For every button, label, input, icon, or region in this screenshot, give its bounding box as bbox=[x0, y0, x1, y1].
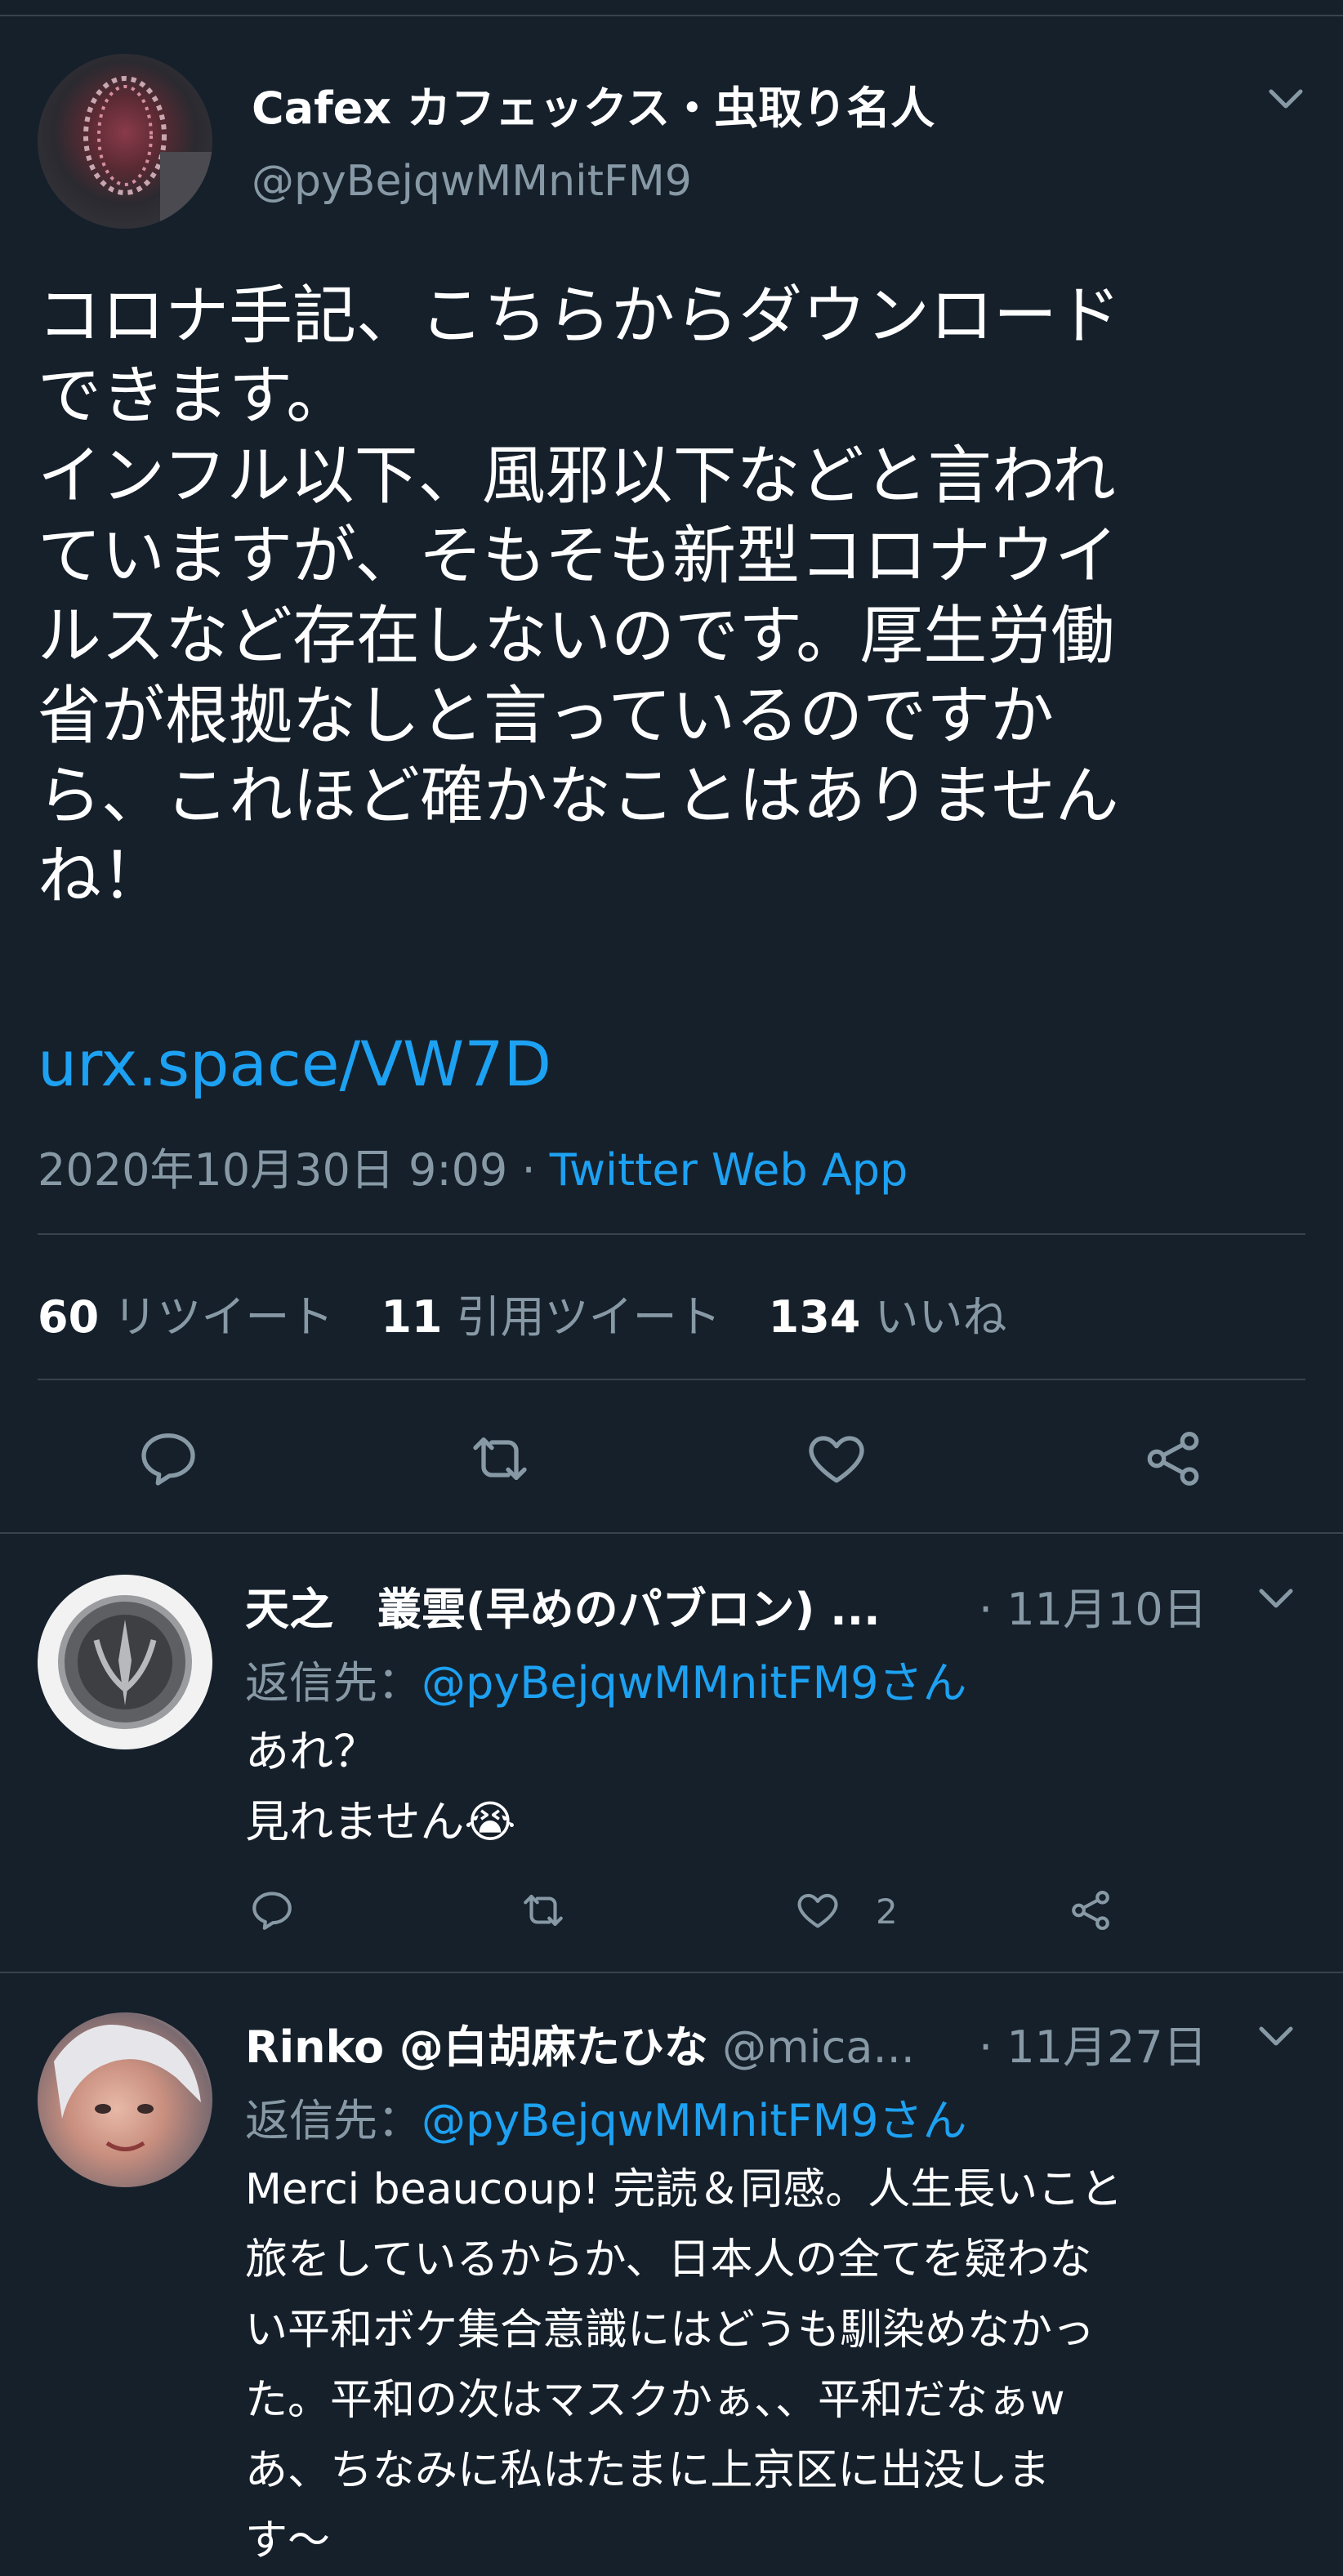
reply-to-handle[interactable]: @pyBejqwMMnitFM9さん bbox=[422, 2095, 967, 2146]
divider bbox=[38, 1233, 1305, 1235]
reply-body: Merci beaucoup! 完読＆同感。人生長いこと 旅をしているからか、日… bbox=[245, 2155, 1122, 2576]
source-link[interactable]: Twitter Web App bbox=[550, 1144, 908, 1196]
reply-to-handle[interactable]: @pyBejqwMMnitFM9さん bbox=[422, 1657, 967, 1709]
divider bbox=[38, 1379, 1305, 1380]
retweets-label: リツイート bbox=[113, 1291, 334, 1343]
retweets-stat[interactable]: 60 リツイート bbox=[38, 1291, 333, 1343]
tweet-body: コロナ手記、こちらからダウンロード できます。 インフル以下、風邪以下などと言わ… bbox=[38, 276, 1121, 916]
quotes-count: 11 bbox=[381, 1291, 443, 1343]
reply-author-name[interactable]: 天之 叢雲(早めのパブロン) ... bbox=[245, 1573, 881, 1638]
reply-line: あれ？ bbox=[245, 1726, 377, 1777]
reply-line: Merci beaucoup! 完読＆同感。人生長いこと bbox=[245, 2165, 1123, 2214]
reply-line: い平和ボケ集合意識にはどうも馴染めなかっ bbox=[245, 2306, 1095, 2355]
author-avatar[interactable] bbox=[38, 54, 212, 229]
tweet-line: ルスなど存在しないのです。厚生労働 bbox=[38, 599, 1115, 673]
tweet-line: できます。 bbox=[38, 359, 350, 433]
retweets-count: 60 bbox=[38, 1291, 100, 1343]
tweet-line: 省が根拠なしと言っているのですか bbox=[38, 680, 1055, 753]
likes-label: いいね bbox=[874, 1291, 1007, 1343]
reply-to: 返信先：@pyBejqwMMnitFM9さん bbox=[245, 1647, 967, 1711]
reply-icon[interactable] bbox=[136, 1426, 201, 1491]
reply-line: 見れません😭 bbox=[245, 1796, 516, 1847]
author-handle[interactable]: @pyBejqwMMnitFM9 bbox=[252, 157, 692, 206]
reply-author-name: Rinko @白胡麻たひな bbox=[245, 2021, 708, 2073]
reply-date[interactable]: · 11月27日 bbox=[979, 2011, 1207, 2075]
author-name[interactable]: Cafex カフェックス・虫取り名人 bbox=[252, 72, 935, 136]
chevron-down-icon[interactable] bbox=[1258, 2024, 1294, 2048]
heart-icon[interactable] bbox=[804, 1426, 869, 1491]
reply-line: す〜 bbox=[245, 2516, 331, 2565]
stats-row: 60 リツイート 11 引用ツイート 134 いいね bbox=[38, 1281, 1007, 1345]
reply-to-prefix: 返信先： bbox=[245, 2095, 422, 2146]
reply-line: た。平和の次はマスクかぁ、、平和だなぁw bbox=[245, 2376, 1065, 2425]
likes-count: 134 bbox=[768, 1291, 861, 1343]
like-count: 2 bbox=[876, 1892, 898, 1932]
chevron-down-icon[interactable] bbox=[1258, 1586, 1294, 1611]
share-icon[interactable] bbox=[1140, 1426, 1206, 1491]
reply-avatar[interactable] bbox=[38, 1575, 212, 1749]
tweet-meta: 2020年10月30日 9:09 · Twitter Web App bbox=[38, 1134, 908, 1198]
tweet-line: ら、これほど確かなことはありません bbox=[38, 760, 1119, 833]
tweet-link[interactable]: urx.space/VW7D bbox=[38, 1027, 551, 1100]
divider bbox=[0, 1972, 1343, 1973]
share-icon[interactable] bbox=[1067, 1887, 1114, 1934]
tweet-line: ていますが、そもそも新型コロナウイ bbox=[38, 519, 1118, 593]
reply-line: あ、ちなみに私はたまに上京区に出没しま bbox=[245, 2446, 1051, 2495]
divider bbox=[0, 1532, 1343, 1534]
reply-author[interactable]: Rinko @白胡麻たひな @mica... bbox=[245, 2011, 915, 2075]
likes-stat[interactable]: 134 いいね bbox=[769, 1291, 1007, 1343]
reply-to-prefix: 返信先： bbox=[245, 1657, 422, 1709]
reply-author-handle: @mica... bbox=[722, 2021, 915, 2073]
chevron-down-icon[interactable] bbox=[1268, 87, 1304, 111]
reply-date[interactable]: · 11月10日 bbox=[979, 1573, 1207, 1638]
top-divider bbox=[0, 15, 1343, 16]
reply-to: 返信先：@pyBejqwMMnitFM9さん bbox=[245, 2084, 967, 2149]
quotes-label: 引用ツイート bbox=[456, 1291, 721, 1343]
reply-line: 旅をしているからか、日本人の全てを疑わな bbox=[245, 2235, 1092, 2284]
retweet-icon[interactable] bbox=[520, 1887, 567, 1934]
tweet-line: コロナ手記、こちらからダウンロード bbox=[38, 279, 1122, 353]
quotes-stat[interactable]: 11 引用ツイート bbox=[381, 1291, 721, 1343]
retweet-icon[interactable] bbox=[467, 1426, 533, 1491]
reply-icon[interactable] bbox=[248, 1887, 296, 1934]
heart-icon[interactable] bbox=[794, 1887, 841, 1934]
timestamp[interactable]: 2020年10月30日 9:09 · bbox=[38, 1144, 550, 1196]
tweet-line: ね！ bbox=[38, 840, 166, 913]
reply-avatar[interactable] bbox=[38, 2012, 212, 2187]
tweet-line: インフル以下、風邪以下などと言われ bbox=[38, 439, 1116, 513]
reply-body: あれ？ 見れません😭 bbox=[245, 1717, 515, 1857]
